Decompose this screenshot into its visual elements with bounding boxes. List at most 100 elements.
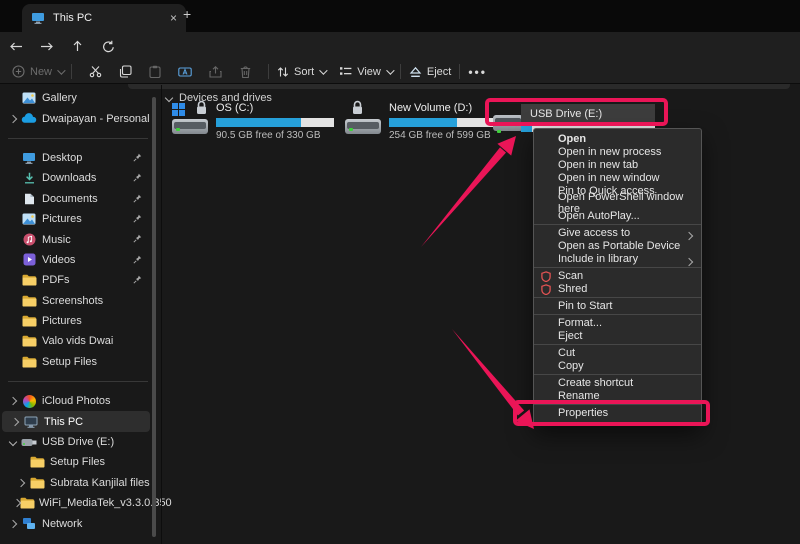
pin-icon[interactable]: [133, 234, 142, 243]
tab-close-icon[interactable]: ×: [170, 12, 177, 24]
sidebar-item-screenshots[interactable]: Screenshots: [0, 291, 150, 311]
drive-os-c[interactable]: OS (C:) 90.5 GB free of 330 GB: [172, 102, 334, 141]
sidebar-item-onedrive[interactable]: Dwaipayan - Personal: [0, 108, 150, 128]
context-menu: Open Open in new process Open in new tab…: [533, 128, 702, 425]
sidebar-item-this-pc[interactable]: This PC: [2, 411, 150, 431]
drive-name: New Volume (D:): [389, 102, 507, 115]
menu-divider: [534, 344, 701, 345]
up-icon[interactable]: [62, 40, 93, 52]
sidebar-item-icloud-photos[interactable]: iCloud Photos: [0, 391, 150, 411]
sort-button[interactable]: Sort: [277, 66, 325, 78]
rename-icon[interactable]: [170, 66, 200, 78]
menu-item-open-new-tab[interactable]: Open in new tab: [534, 159, 701, 172]
menu-item-autoplay[interactable]: Open AutoPlay...: [534, 210, 701, 223]
sidebar-item-usb-drive[interactable]: USB Drive (E:): [0, 432, 150, 452]
menu-item-include-library[interactable]: Include in library: [534, 253, 701, 266]
collapse-chevron-icon[interactable]: [9, 438, 17, 446]
command-toolbar: New Sort View Eject •••: [0, 60, 800, 84]
new-tab-button[interactable]: +: [183, 7, 191, 21]
menu-item-pin-to-start[interactable]: Pin to Start: [534, 300, 701, 313]
sidebar-item-gallery[interactable]: Gallery: [0, 88, 150, 108]
submenu-chevron-icon: [685, 258, 693, 266]
menu-item-shred[interactable]: Shred: [534, 283, 701, 296]
folder-icon: [20, 295, 38, 307]
menu-item-powershell[interactable]: Open PowerShell window here: [534, 197, 701, 210]
drive-usb-e-label[interactable]: USB Drive (E:): [521, 104, 655, 124]
menu-item-properties[interactable]: Properties: [534, 407, 701, 420]
folder-icon: [20, 274, 38, 286]
free-space-text: 90.5 GB free of 330 GB: [216, 130, 334, 141]
sidebar-item-pdfs[interactable]: PDFs: [0, 270, 150, 290]
menu-divider: [534, 297, 701, 298]
menu-item-scan[interactable]: Scan: [534, 270, 701, 283]
folder-icon: [20, 356, 38, 368]
menu-item-rename[interactable]: Rename: [534, 390, 701, 403]
pin-icon[interactable]: [133, 153, 142, 162]
toolbar-divider: [459, 64, 460, 79]
antivirus-shield-icon: [541, 271, 551, 282]
forward-icon[interactable]: [31, 41, 62, 52]
title-bar: This PC × +: [0, 0, 800, 32]
pin-icon[interactable]: [133, 194, 142, 203]
expand-chevron-icon[interactable]: [9, 519, 17, 527]
menu-item-give-access[interactable]: Give access to: [534, 227, 701, 240]
expand-chevron-icon[interactable]: [9, 114, 17, 122]
menu-item-format[interactable]: Format...: [534, 317, 701, 330]
view-button[interactable]: View: [339, 66, 392, 78]
sidebar-item-downloads[interactable]: Downloads: [0, 168, 150, 188]
pin-icon[interactable]: [133, 275, 142, 284]
free-space-text: 254 GB free of 599 GB: [389, 130, 507, 141]
document-icon: [20, 193, 38, 205]
folder-icon: [20, 315, 38, 327]
sidebar-item-wifi-mediatek[interactable]: WiFi_MediaTek_v3.3.0.350: [8, 493, 150, 513]
eject-button[interactable]: Eject: [409, 66, 451, 78]
icloud-photos-icon: [20, 395, 38, 408]
sidebar-item-documents[interactable]: Documents: [0, 189, 150, 209]
pin-icon[interactable]: [133, 173, 142, 182]
pictures-icon: [20, 213, 38, 225]
cut-icon[interactable]: [80, 65, 110, 78]
sidebar-item-videos[interactable]: Videos: [0, 250, 150, 270]
menu-item-portable-device[interactable]: Open as Portable Device: [534, 240, 701, 253]
tab-this-pc[interactable]: This PC ×: [22, 4, 186, 32]
bitlocker-lock-icon: [195, 100, 208, 115]
drive-new-volume-d[interactable]: New Volume (D:) 254 GB free of 599 GB: [345, 102, 507, 141]
menu-item-eject[interactable]: Eject: [534, 330, 701, 343]
expand-chevron-icon[interactable]: [11, 417, 19, 425]
sidebar-item-pictures[interactable]: Pictures: [0, 209, 150, 229]
menu-item-create-shortcut[interactable]: Create shortcut: [534, 377, 701, 390]
navigation-pane: Gallery Dwaipayan - Personal Desktop Dow…: [0, 85, 160, 544]
share-icon[interactable]: [200, 66, 230, 78]
delete-icon[interactable]: [230, 66, 260, 78]
sidebar-scrollbar[interactable]: [152, 97, 156, 537]
see-more-button[interactable]: •••: [468, 65, 487, 79]
sidebar-item-setup-files[interactable]: Setup Files: [0, 352, 150, 372]
folder-icon: [28, 477, 46, 489]
back-icon[interactable]: [0, 41, 31, 52]
expand-chevron-icon[interactable]: [17, 479, 25, 487]
pin-icon[interactable]: [133, 255, 142, 264]
sidebar-item-valo-vids[interactable]: Valo vids Dwai: [0, 331, 150, 351]
sidebar-item-network[interactable]: Network: [0, 513, 150, 533]
sidebar-item-pictures-folder[interactable]: Pictures: [0, 311, 150, 331]
expand-chevron-icon[interactable]: [9, 397, 17, 405]
sidebar-divider: [8, 381, 148, 382]
menu-item-cut[interactable]: Cut: [534, 347, 701, 360]
sidebar-item-subrata-files[interactable]: Subrata Kanjilal files: [8, 473, 150, 493]
section-collapse-icon[interactable]: [165, 94, 173, 102]
menu-item-open-new-process[interactable]: Open in new process: [534, 146, 701, 159]
menu-item-open-new-window[interactable]: Open in new window: [534, 171, 701, 184]
pin-icon[interactable]: [133, 214, 142, 223]
sidebar-item-music[interactable]: Music: [0, 229, 150, 249]
menu-item-copy[interactable]: Copy: [534, 360, 701, 373]
paste-icon[interactable]: [140, 65, 170, 78]
copy-icon[interactable]: [110, 65, 140, 78]
gallery-icon: [20, 92, 38, 104]
menu-divider: [534, 267, 701, 268]
capacity-bar: [216, 118, 334, 127]
menu-item-open[interactable]: Open: [534, 133, 701, 146]
new-button[interactable]: New: [12, 65, 63, 78]
refresh-icon[interactable]: [93, 40, 124, 53]
sidebar-item-desktop[interactable]: Desktop: [0, 148, 150, 168]
sidebar-item-usb-setup-files[interactable]: Setup Files: [8, 452, 150, 472]
